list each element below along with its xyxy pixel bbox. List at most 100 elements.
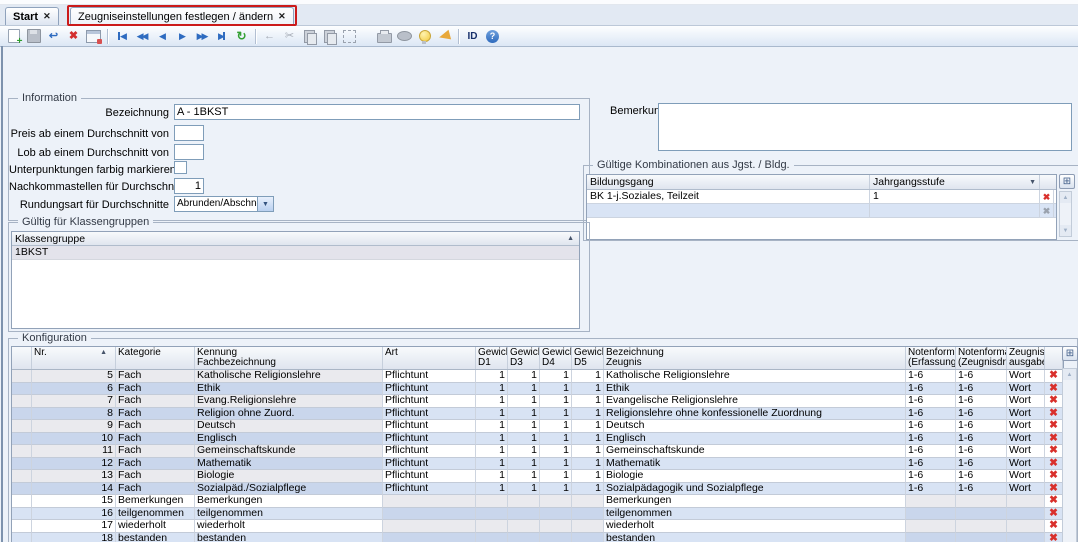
cell-gewicht-d3[interactable]: 1: [508, 408, 540, 421]
cell-gewicht-d4[interactable]: 1: [540, 458, 572, 471]
cell-gewicht-d3[interactable]: 1: [508, 433, 540, 446]
cell-gewicht-d3[interactable]: 1: [508, 383, 540, 396]
cell-gewicht-d1[interactable]: 1: [476, 470, 508, 483]
cell-kennung[interactable]: wiederholt: [195, 520, 383, 533]
delete-row-button[interactable]: ✖: [1045, 445, 1063, 458]
select-button[interactable]: [340, 27, 359, 45]
cell-art[interactable]: Pflichtunt: [383, 458, 476, 471]
cell-gewicht-d5[interactable]: 1: [572, 370, 604, 383]
cell-notenformat-erfassung[interactable]: 1-6: [906, 433, 956, 446]
cell-notenformat-erfassung[interactable]: 1-6: [906, 458, 956, 471]
delete-row-button[interactable]: ✖: [1045, 533, 1063, 542]
dropdown-icon[interactable]: ▼: [1029, 179, 1036, 186]
cell-gewicht-d5[interactable]: 1: [572, 445, 604, 458]
delete-row-button[interactable]: ✖: [1045, 395, 1063, 408]
cell-zeugnis-ausgabe[interactable]: Wort: [1007, 470, 1045, 483]
cell-notenformat-zeugnisdruck[interactable]: 1-6: [956, 408, 1007, 421]
delete-row-button[interactable]: ✖: [1045, 483, 1063, 496]
cell-notenformat-erfassung[interactable]: 1-6: [906, 408, 956, 421]
cell-gewicht-d3[interactable]: 1: [508, 445, 540, 458]
cell-art[interactable]: Pflichtunt: [383, 383, 476, 396]
first-record-button[interactable]: ◀: [112, 27, 131, 45]
paste-button[interactable]: [320, 27, 339, 45]
cell-jahrgangsstufe[interactable]: 1: [870, 190, 1040, 203]
last-record-button[interactable]: ▶: [212, 27, 231, 45]
unterpunktungen-checkbox[interactable]: [174, 161, 187, 174]
column-header[interactable]: Kategorie: [116, 347, 195, 369]
print-button[interactable]: [375, 27, 394, 45]
column-header[interactable]: Nr.▲: [32, 347, 116, 369]
col-bildungsgang[interactable]: Bildungsgang: [587, 175, 870, 189]
cell-nr[interactable]: 18: [32, 533, 116, 542]
new-record-button[interactable]: +: [4, 27, 23, 45]
tab-start[interactable]: Start ✕: [5, 7, 59, 25]
cell-gewicht-d4[interactable]: 1: [540, 445, 572, 458]
cell-gewicht-d5[interactable]: 1: [572, 458, 604, 471]
cell-zeugnis-ausgabe[interactable]: Wort: [1007, 370, 1045, 383]
next-record-button[interactable]: ▶: [172, 27, 191, 45]
delete-row-button[interactable]: ✖: [1045, 508, 1063, 521]
scroll-down-icon[interactable]: ▼: [1060, 225, 1071, 236]
cell-gewicht-d5[interactable]: 1: [572, 483, 604, 496]
cell-zeugnis-ausgabe[interactable]: Wort: [1007, 395, 1045, 408]
column-header[interactable]: GewichtD5: [572, 347, 604, 369]
vertical-scrollbar[interactable]: ▲ ▼: [1062, 368, 1077, 542]
back-button[interactable]: ←: [260, 27, 279, 45]
cell-bildungsgang[interactable]: [587, 204, 870, 217]
preview-button[interactable]: [395, 27, 414, 45]
cell-gewicht-d3[interactable]: 1: [508, 420, 540, 433]
cell-gewicht-d1[interactable]: 1: [476, 458, 508, 471]
help-button[interactable]: ?: [483, 27, 502, 45]
cell-kennung[interactable]: teilgenommen: [195, 508, 383, 521]
cell-zeugnis-ausgabe[interactable]: Wort: [1007, 483, 1045, 496]
cell-gewicht-d4[interactable]: 1: [540, 433, 572, 446]
form-view-button[interactable]: [84, 27, 103, 45]
cell-notenformat-erfassung[interactable]: 1-6: [906, 483, 956, 496]
delete-row-button[interactable]: ✖: [1045, 408, 1063, 421]
cell-gewicht-d4[interactable]: 1: [540, 408, 572, 421]
prev-record-button[interactable]: ◀: [152, 27, 171, 45]
cell-zeugnis-ausgabe[interactable]: Wort: [1007, 383, 1045, 396]
refresh-button[interactable]: ↻: [232, 27, 251, 45]
cell-notenformat-zeugnisdruck[interactable]: 1-6: [956, 470, 1007, 483]
cell-zeugnis-ausgabe[interactable]: Wort: [1007, 433, 1045, 446]
scroll-up-icon[interactable]: ▲: [1063, 369, 1076, 380]
cell-notenformat-erfassung[interactable]: 1-6: [906, 370, 956, 383]
cell-gewicht-d1[interactable]: 1: [476, 408, 508, 421]
cell-gewicht-d4[interactable]: 1: [540, 383, 572, 396]
col-jahrgangsstufe[interactable]: Jahrgangsstufe▼: [870, 175, 1040, 189]
cell-gewicht-d1[interactable]: 1: [476, 445, 508, 458]
cell-gewicht-d5[interactable]: 1: [572, 408, 604, 421]
cell-bezeichnung-zeugnis[interactable]: teilgenommen: [604, 508, 906, 521]
cell-bezeichnung-zeugnis[interactable]: Bemerkungen: [604, 495, 906, 508]
cell-zeugnis-ausgabe[interactable]: Wort: [1007, 445, 1045, 458]
cell-zeugnis-ausgabe[interactable]: Wort: [1007, 408, 1045, 421]
cell-art[interactable]: Pflichtunt: [383, 445, 476, 458]
cell-bezeichnung-zeugnis[interactable]: Mathematik: [604, 458, 906, 471]
column-header[interactable]: Notenformat(Erfassung): [906, 347, 956, 369]
column-header[interactable]: KennungFachbezeichnung: [195, 347, 383, 369]
cell-bezeichnung-zeugnis[interactable]: bestanden: [604, 533, 906, 542]
cell-notenformat-zeugnisdruck[interactable]: 1-6: [956, 370, 1007, 383]
close-icon[interactable]: ✕: [43, 11, 51, 22]
cut-button[interactable]: ✂: [280, 27, 299, 45]
delete-row-button[interactable]: ✖: [1045, 370, 1063, 383]
cell-notenformat-zeugnisdruck[interactable]: 1-6: [956, 458, 1007, 471]
bezeichnung-input[interactable]: [174, 104, 580, 120]
id-button[interactable]: ID: [463, 27, 482, 45]
cell-nr[interactable]: 15: [32, 495, 116, 508]
cell-bezeichnung-zeugnis[interactable]: Ethik: [604, 383, 906, 396]
cell-gewicht-d1[interactable]: 1: [476, 395, 508, 408]
cell-bezeichnung-zeugnis[interactable]: Katholische Religionslehre: [604, 370, 906, 383]
column-header[interactable]: GewichtD3: [508, 347, 540, 369]
customize-columns-button[interactable]: ⊞: [1062, 346, 1078, 361]
cell-gewicht-d3[interactable]: 1: [508, 458, 540, 471]
cell-bezeichnung-zeugnis[interactable]: Biologie: [604, 470, 906, 483]
cell-bezeichnung-zeugnis[interactable]: Gemeinschaftskunde: [604, 445, 906, 458]
cell-notenformat-zeugnisdruck[interactable]: 1-6: [956, 383, 1007, 396]
notification-button[interactable]: [435, 27, 454, 45]
delete-row-button[interactable]: ✖: [1045, 383, 1063, 396]
delete-row-button[interactable]: ✖: [1040, 190, 1054, 203]
cell-art[interactable]: Pflichtunt: [383, 433, 476, 446]
cell-gewicht-d5[interactable]: 1: [572, 420, 604, 433]
